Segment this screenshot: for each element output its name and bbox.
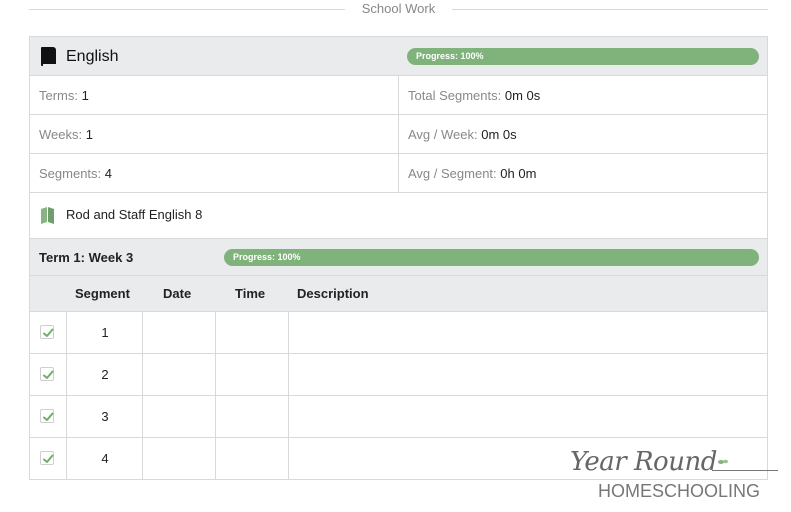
cell-divider: [215, 312, 216, 353]
column-header-date: Date: [163, 286, 192, 301]
stat-value: 0h 0m: [500, 166, 537, 181]
section-title: School Work: [361, 1, 436, 16]
cell-divider: [142, 312, 143, 353]
subject-progress-bar: Progress: 100%: [407, 48, 759, 65]
stat-weeks: Weeks: 1: [39, 127, 93, 143]
cell-divider: [215, 438, 216, 480]
leaf-icon: [718, 459, 728, 464]
cell-divider: [142, 438, 143, 480]
stat-value: 4: [104, 166, 113, 181]
stat-avg-week: Avg / Week: 0m 0s: [408, 127, 517, 143]
stat-terms: Terms: 1: [39, 88, 89, 104]
table-header: Segment Date Time Description: [30, 276, 767, 312]
segment-checkbox[interactable]: [40, 409, 54, 423]
term-progress-label: Progress: 100%: [233, 252, 301, 262]
segment-number: 2: [101, 367, 109, 382]
stat-row: Weeks: 1 Avg / Week: 0m 0s: [30, 115, 767, 154]
watermark-script-text: Year Round: [570, 447, 717, 477]
stat-label: Terms:: [39, 88, 78, 103]
checkmark-icon: [43, 370, 54, 379]
segment-number: 4: [101, 451, 109, 466]
column-header-description: Description: [297, 286, 369, 301]
cell-divider: [288, 396, 289, 437]
stat-value: 0m 0s: [504, 88, 541, 103]
segment-checkbox[interactable]: [40, 325, 54, 339]
cell-divider: [142, 354, 143, 395]
cell-divider: [215, 396, 216, 437]
term-progress-bar: Progress: 100%: [224, 249, 759, 266]
term-header[interactable]: Term 1: Week 3 Progress: 100%: [30, 239, 767, 276]
column-header-time: Time: [235, 286, 266, 301]
watermark-logo: Year Round HOMESCHOOLING: [560, 446, 785, 506]
cell-divider: [288, 312, 289, 353]
stat-label: Avg / Segment:: [408, 166, 497, 181]
segment-checkbox[interactable]: [40, 367, 54, 381]
segment-number: 3: [101, 409, 109, 424]
stat-segments: Segments: 4: [39, 166, 112, 182]
cell-divider: [142, 396, 143, 437]
checkmark-icon: [43, 328, 54, 337]
subject-progress-label: Progress: 100%: [416, 51, 484, 61]
table-row: 3: [30, 396, 767, 438]
notebook-icon: [41, 47, 56, 67]
divider-right: [452, 9, 768, 10]
column-divider: [398, 76, 399, 114]
subject-name: English: [66, 48, 119, 65]
segment-checkbox[interactable]: [40, 451, 54, 465]
book-title: Rod and Staff English 8: [66, 207, 203, 222]
stat-total-segments: Total Segments: 0m 0s: [408, 88, 540, 104]
stat-row: Terms: 1 Total Segments: 0m 0s: [30, 76, 767, 115]
stat-value: 1: [81, 88, 89, 103]
stat-avg-segment: Avg / Segment: 0h 0m: [408, 166, 536, 182]
stat-value: 1: [85, 127, 93, 142]
column-divider: [398, 154, 399, 192]
watermark-caps-text: HOMESCHOOLING: [598, 481, 761, 501]
watermark-rule: [712, 470, 778, 471]
segment-number: 1: [101, 325, 109, 340]
stat-value: 0m 0s: [481, 127, 517, 142]
column-header-segment: Segment: [75, 286, 130, 301]
cell-divider: [215, 354, 216, 395]
divider-left: [29, 9, 345, 10]
column-divider: [398, 115, 399, 153]
subject-card: English Progress: 100% Terms: 1 Total Se…: [29, 36, 768, 480]
table-row: 2: [30, 354, 767, 396]
stat-label: Avg / Week:: [408, 127, 478, 142]
stat-label: Weeks:: [39, 127, 83, 142]
subject-header[interactable]: English Progress: 100%: [30, 37, 767, 76]
stat-label: Total Segments:: [408, 88, 502, 103]
stat-row: Segments: 4 Avg / Segment: 0h 0m: [30, 154, 767, 193]
section-header: School Work: [29, 0, 768, 20]
term-title: Term 1: Week 3: [39, 250, 134, 265]
table-row: 1: [30, 312, 767, 354]
book-row[interactable]: Rod and Staff English 8: [30, 193, 767, 239]
cell-divider: [288, 438, 289, 480]
checkmark-icon: [43, 412, 54, 421]
stat-label: Segments:: [39, 166, 102, 181]
book-icon: [41, 207, 54, 224]
checkmark-icon: [43, 454, 54, 463]
cell-divider: [288, 354, 289, 395]
